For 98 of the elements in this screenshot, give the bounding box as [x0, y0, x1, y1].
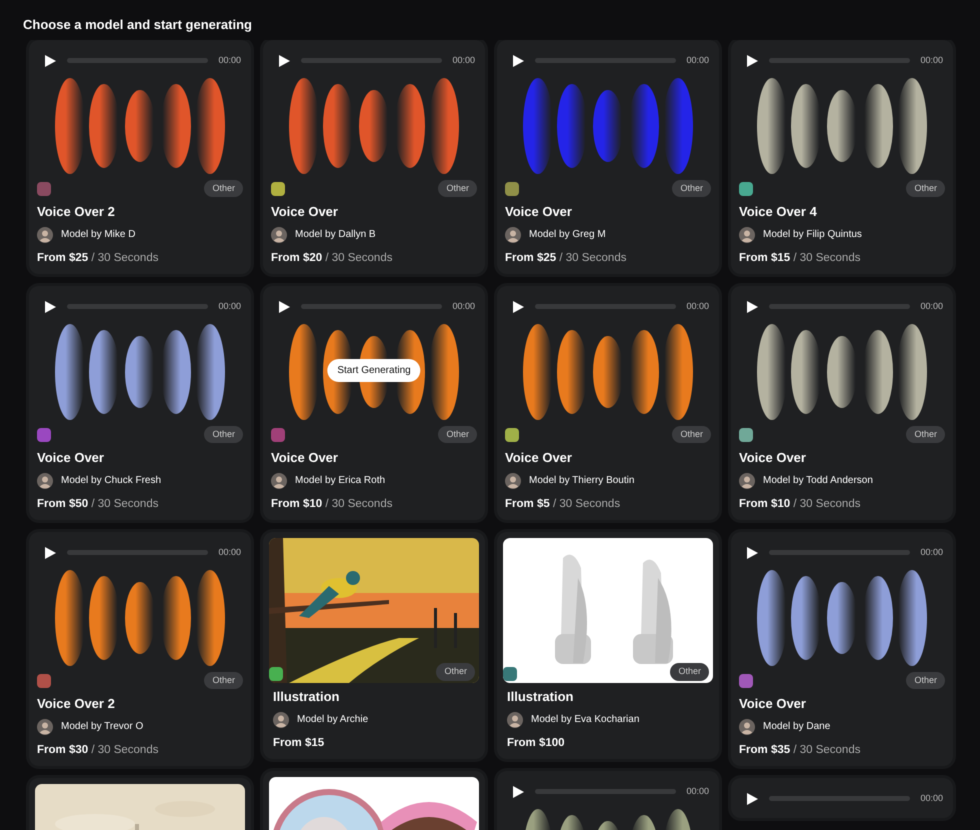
model-author: Model by Chuck Fresh — [61, 474, 162, 488]
play-icon[interactable] — [43, 300, 57, 314]
avatar-icon — [739, 226, 755, 243]
category-tag: Other — [438, 426, 477, 444]
card-title: Voice Over — [271, 204, 339, 220]
card-title: Voice Over — [37, 450, 105, 466]
price-text: From $5 / 30 Seconds — [505, 496, 622, 512]
model-author: Model by Archie — [297, 713, 368, 728]
category-tag: Other — [438, 180, 477, 198]
audio-progress-track[interactable] — [535, 304, 676, 310]
price-text: From $15 — [273, 736, 326, 751]
play-icon[interactable] — [277, 300, 291, 314]
avatar-icon — [505, 472, 521, 489]
avatar-icon — [271, 472, 287, 489]
play-icon[interactable] — [43, 546, 57, 560]
audio-progress-track[interactable] — [67, 304, 208, 310]
model-author: Model by Eva Kocharian — [531, 713, 640, 728]
model-author: Model by Dane — [763, 720, 830, 734]
audio-time: 00:00 — [920, 54, 943, 67]
audio-progress-track[interactable] — [769, 550, 910, 556]
model-author: Model by Erica Roth — [295, 474, 386, 488]
category-tag: Other — [906, 426, 945, 444]
audio-progress-track[interactable] — [67, 550, 208, 556]
avatar-icon — [37, 226, 53, 243]
play-icon[interactable] — [745, 546, 759, 560]
card-title: Voice Over — [505, 450, 573, 466]
audio-time: 00:00 — [920, 546, 943, 559]
audio-progress-track[interactable] — [535, 58, 676, 64]
price-text: From $25 / 30 Seconds — [37, 250, 160, 266]
model-author: Model by Todd Anderson — [763, 474, 873, 488]
audio-time: 00:00 — [452, 300, 475, 313]
play-icon[interactable] — [511, 784, 525, 799]
price-text: From $20 / 30 Seconds — [271, 250, 394, 266]
card-title: Illustration — [507, 688, 574, 705]
card-title: Voice Over — [271, 450, 339, 466]
model-author: Model by Filip Quintus — [763, 228, 862, 242]
audio-progress-track[interactable] — [301, 58, 442, 64]
avatar-icon — [507, 712, 523, 728]
category-tag: Other — [204, 672, 243, 690]
audio-progress-track[interactable] — [769, 304, 910, 310]
audio-time: 00:00 — [920, 792, 943, 805]
price-text: From $35 / 30 Seconds — [739, 742, 862, 758]
page-heading: Choose a model and start generating — [22, 16, 253, 33]
category-tag: Other — [672, 180, 711, 198]
audio-time: 00:00 — [218, 54, 241, 67]
play-icon[interactable] — [277, 54, 291, 68]
category-tag: Other — [436, 663, 475, 681]
start-generating-button[interactable]: Start Generating — [327, 358, 421, 382]
audio-time: 00:00 — [920, 300, 943, 313]
audio-time: 00:00 — [686, 300, 709, 313]
avatar-icon — [37, 472, 53, 489]
avatar-icon — [739, 472, 755, 489]
category-tag: Other — [204, 180, 243, 198]
category-tag: Other — [204, 426, 243, 444]
audio-progress-track[interactable] — [301, 304, 442, 310]
avatar-icon — [505, 226, 521, 243]
card-title: Voice Over 4 — [739, 204, 818, 220]
model-author: Model by Trevor O — [61, 720, 144, 734]
card-title: Voice Over — [739, 696, 807, 712]
audio-time: 00:00 — [686, 54, 709, 67]
price-text: From $10 / 30 Seconds — [271, 496, 394, 512]
model-author: Model by Mike D — [61, 228, 136, 242]
play-icon[interactable] — [745, 300, 759, 314]
audio-progress-track[interactable] — [769, 58, 910, 64]
audio-time: 00:00 — [218, 546, 241, 559]
play-icon[interactable] — [511, 300, 525, 314]
category-tag: Other — [906, 180, 945, 198]
avatar-icon — [271, 226, 287, 243]
audio-time: 00:00 — [452, 54, 475, 67]
play-icon[interactable] — [745, 54, 759, 68]
audio-progress-track[interactable] — [769, 796, 910, 802]
model-author: Model by Dallyn B — [295, 228, 376, 242]
play-icon[interactable] — [511, 54, 525, 68]
audio-time: 00:00 — [686, 784, 709, 798]
audio-progress-track[interactable] — [67, 58, 208, 64]
model-author: Model by Greg M — [529, 228, 606, 242]
card-title: Voice Over — [739, 450, 807, 466]
model-author: Model by Thierry Boutin — [529, 474, 634, 488]
price-text: From $50 / 30 Seconds — [37, 496, 160, 512]
card-title: Voice Over — [505, 204, 573, 220]
avatar-icon — [273, 712, 289, 728]
category-tag: Other — [672, 426, 711, 444]
play-icon[interactable] — [43, 54, 57, 68]
price-text: From $10 / 30 Seconds — [739, 496, 862, 512]
price-text: From $100 — [507, 736, 566, 751]
audio-progress-track[interactable] — [535, 789, 676, 794]
audio-time: 00:00 — [218, 300, 241, 313]
price-text: From $25 / 30 Seconds — [505, 250, 628, 266]
card-title: Voice Over 2 — [37, 696, 116, 712]
card-title: Illustration — [273, 688, 340, 705]
avatar-icon — [37, 718, 53, 735]
card-title: Voice Over 2 — [37, 204, 116, 220]
avatar-icon — [739, 718, 755, 735]
category-tag: Other — [906, 672, 945, 690]
category-tag: Other — [670, 663, 709, 681]
play-icon[interactable] — [745, 792, 759, 806]
price-text: From $30 / 30 Seconds — [37, 742, 160, 758]
price-text: From $15 / 30 Seconds — [739, 250, 862, 266]
